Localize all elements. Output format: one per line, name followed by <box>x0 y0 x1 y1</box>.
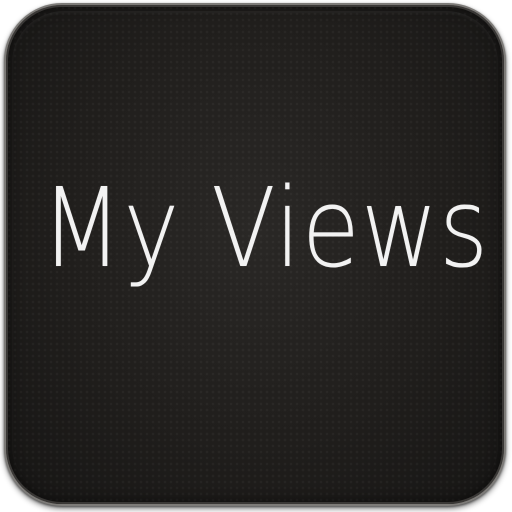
icon-label: My Views <box>40 164 490 292</box>
my-views-app-icon[interactable]: My Views <box>4 3 506 506</box>
